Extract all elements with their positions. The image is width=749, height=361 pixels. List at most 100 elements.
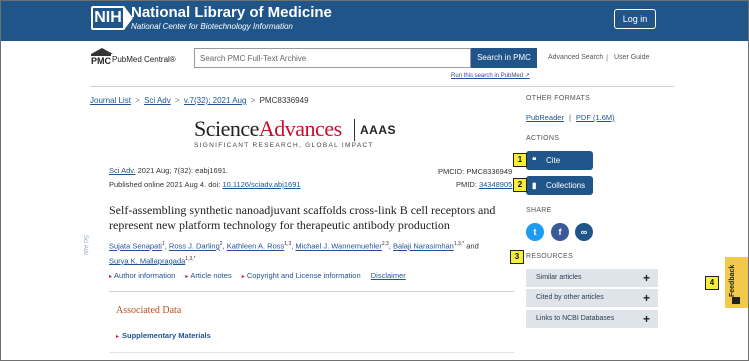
author-link[interactable]: Kathleen A. Ross [227, 242, 285, 251]
citation-line: Sci Adv. 2021 Aug; 7(32): eabj1691. [109, 166, 228, 175]
author-affiliation: 2,3 [381, 241, 389, 247]
expand-triangle-icon: ▸ [241, 274, 245, 280]
search-input[interactable] [194, 48, 471, 68]
collections-button[interactable]: ▮ Collections [526, 176, 593, 195]
feedback-label: Feedback [729, 264, 736, 297]
journal-tagline: SIGNIFICANT RESEARCH, GLOBAL IMPACT [194, 142, 374, 149]
pmc-logo[interactable]: PMC PubMed Central® [91, 48, 181, 70]
pmid-link[interactable]: 34348905 [479, 180, 512, 189]
journal-link[interactable]: Sci Adv. [109, 166, 136, 175]
expand-triangle-icon: ▸ [116, 334, 120, 340]
breadcrumb-journal-list[interactable]: Journal List [90, 96, 131, 105]
supplementary-materials[interactable]: ▸ Supplementary Materials [116, 331, 211, 340]
pmc-logo-text: PubMed Central® [112, 55, 176, 64]
author-link[interactable]: Balaji Narasimhan [393, 242, 454, 251]
pubreader-link[interactable]: PubReader [526, 113, 564, 122]
article-title: Self-assembling synthetic nanoadjuvant s… [109, 203, 496, 232]
nih-header-banner: NIH National Library of Medicine Nationa… [0, 0, 749, 41]
marker-1: 1 [513, 153, 527, 167]
logo-science-word: Science [194, 116, 259, 141]
cite-button[interactable]: ❝ Cite [526, 151, 593, 170]
breadcrumb-separator: > [174, 96, 180, 105]
header-divider [90, 86, 674, 87]
section-divider [109, 352, 514, 353]
science-advances-logo[interactable]: ScienceAdvances AAAS SIGNIFICANT RESEARC… [194, 116, 444, 156]
plus-icon: + [642, 271, 650, 285]
collections-label: Collections [546, 181, 586, 190]
breadcrumb-sci-adv[interactable]: Sci Adv [144, 96, 171, 105]
author-link[interactable]: Sujata Senapati [109, 242, 162, 251]
author-link[interactable]: Ross J. Darling [169, 242, 220, 251]
logo-advances-word: Advances [258, 116, 342, 141]
article-info-links: ▸ Author information ▸ Article notes ▸ Copy… [109, 271, 406, 280]
published-text: Published online 2021 Aug 4. doi: [109, 180, 221, 189]
disclaimer-link[interactable]: Disclaimer [371, 271, 406, 280]
section-divider [109, 291, 514, 292]
quote-icon: ❝ [532, 156, 537, 165]
similar-articles-button[interactable]: Similar articles + [526, 269, 658, 287]
author-affiliation: 1 [161, 241, 165, 247]
pmcid: PMCID: PMC8336949 [438, 167, 513, 176]
feedback-tab[interactable]: Feedback [725, 257, 748, 308]
breadcrumb-separator: > [135, 96, 140, 105]
resource-label: Similar articles [536, 274, 582, 281]
author-list: Sujata Senapati1, Ross J. Darling2, Kath… [109, 241, 479, 265]
actions-heading: ACTIONS [526, 135, 560, 142]
marker-4: 4 [705, 276, 719, 290]
format-links: PubReader | PDF (1.6M) [526, 113, 615, 122]
author-affiliation: 2 [219, 241, 223, 247]
share-heading: SHARE [526, 207, 552, 214]
author-link[interactable]: Surya K. Mallapragada [109, 256, 185, 265]
author-information-link[interactable]: Author information [114, 271, 175, 280]
doi-link[interactable]: 10.1126/sciadv.abj1691 [222, 180, 300, 189]
other-formats-heading: OTHER FORMATS [526, 95, 591, 102]
article-notes-link[interactable]: Article notes [190, 271, 231, 280]
science-advances-wordmark: ScienceAdvances [194, 116, 342, 142]
facebook-icon[interactable]: f [551, 223, 569, 241]
resource-label: Cited by other articles [536, 294, 604, 301]
breadcrumb-issue[interactable]: v.7(32); 2021 Aug [184, 96, 247, 105]
pdf-link[interactable]: PDF (1.6M) [576, 113, 615, 122]
pmc-logo-mark: PMC [91, 54, 111, 66]
nlm-title[interactable]: National Library of Medicine [131, 4, 332, 21]
breadcrumb: Journal List > Sci Adv > v.7(32); 2021 A… [90, 96, 309, 105]
author-link[interactable]: Michael J. Wannemuehler [295, 242, 381, 251]
user-guide-link[interactable]: User Guide [614, 54, 649, 61]
marker-2: 2 [513, 178, 527, 192]
nih-logo[interactable]: NIH [91, 6, 133, 30]
twitter-icon[interactable]: t [526, 223, 544, 241]
cited-by-button[interactable]: Cited by other articles + [526, 289, 658, 307]
plus-icon: + [642, 291, 650, 305]
author-affiliation: 1,3,* [453, 241, 465, 247]
resource-label: Links to NCBI Databases [536, 315, 615, 322]
ncbi-links-button[interactable]: Links to NCBI Databases + [526, 310, 658, 328]
copyright-license-link[interactable]: Copyright and License information [247, 271, 361, 280]
pmid: PMID: 34348905 [456, 180, 512, 189]
feedback-icon [732, 297, 740, 304]
bookmark-icon: ▮ [532, 181, 537, 190]
expand-triangle-icon: ▸ [185, 274, 189, 280]
author-affiliation: 1,3,* [185, 255, 196, 262]
nlm-subtitle: National Center for Biotechnology Inform… [131, 22, 293, 31]
search-button[interactable]: Search in PMC [471, 48, 537, 68]
link-icon[interactable]: ∞ [575, 223, 593, 241]
published-line: Published online 2021 Aug 4. doi: 10.112… [109, 180, 301, 189]
advanced-search-link[interactable]: Advanced Search [548, 54, 603, 61]
nav-separator: | [606, 53, 609, 62]
login-button[interactable]: Log in [614, 9, 656, 29]
marker-3: 3 [510, 250, 524, 264]
run-in-pubmed-link[interactable]: Run this search in PubMed ↗ [451, 72, 530, 79]
breadcrumb-separator: > [250, 96, 256, 105]
plus-icon: + [642, 312, 650, 326]
side-journal-label: Sci Adv [82, 235, 88, 256]
author-affiliation: 1,3 [284, 241, 292, 247]
pmid-label: PMID: [456, 180, 477, 189]
logo-divider [354, 119, 355, 141]
supplementary-label: Supplementary Materials [122, 331, 211, 340]
cite-label: Cite [546, 156, 561, 165]
breadcrumb-current: PMC8336949 [259, 96, 309, 105]
author-and: and [466, 241, 479, 251]
citation-details: 2021 Aug; 7(32): eabj1691. [137, 166, 229, 175]
resources-heading: RESOURCES [526, 253, 574, 260]
expand-triangle-icon: ▸ [109, 274, 113, 280]
